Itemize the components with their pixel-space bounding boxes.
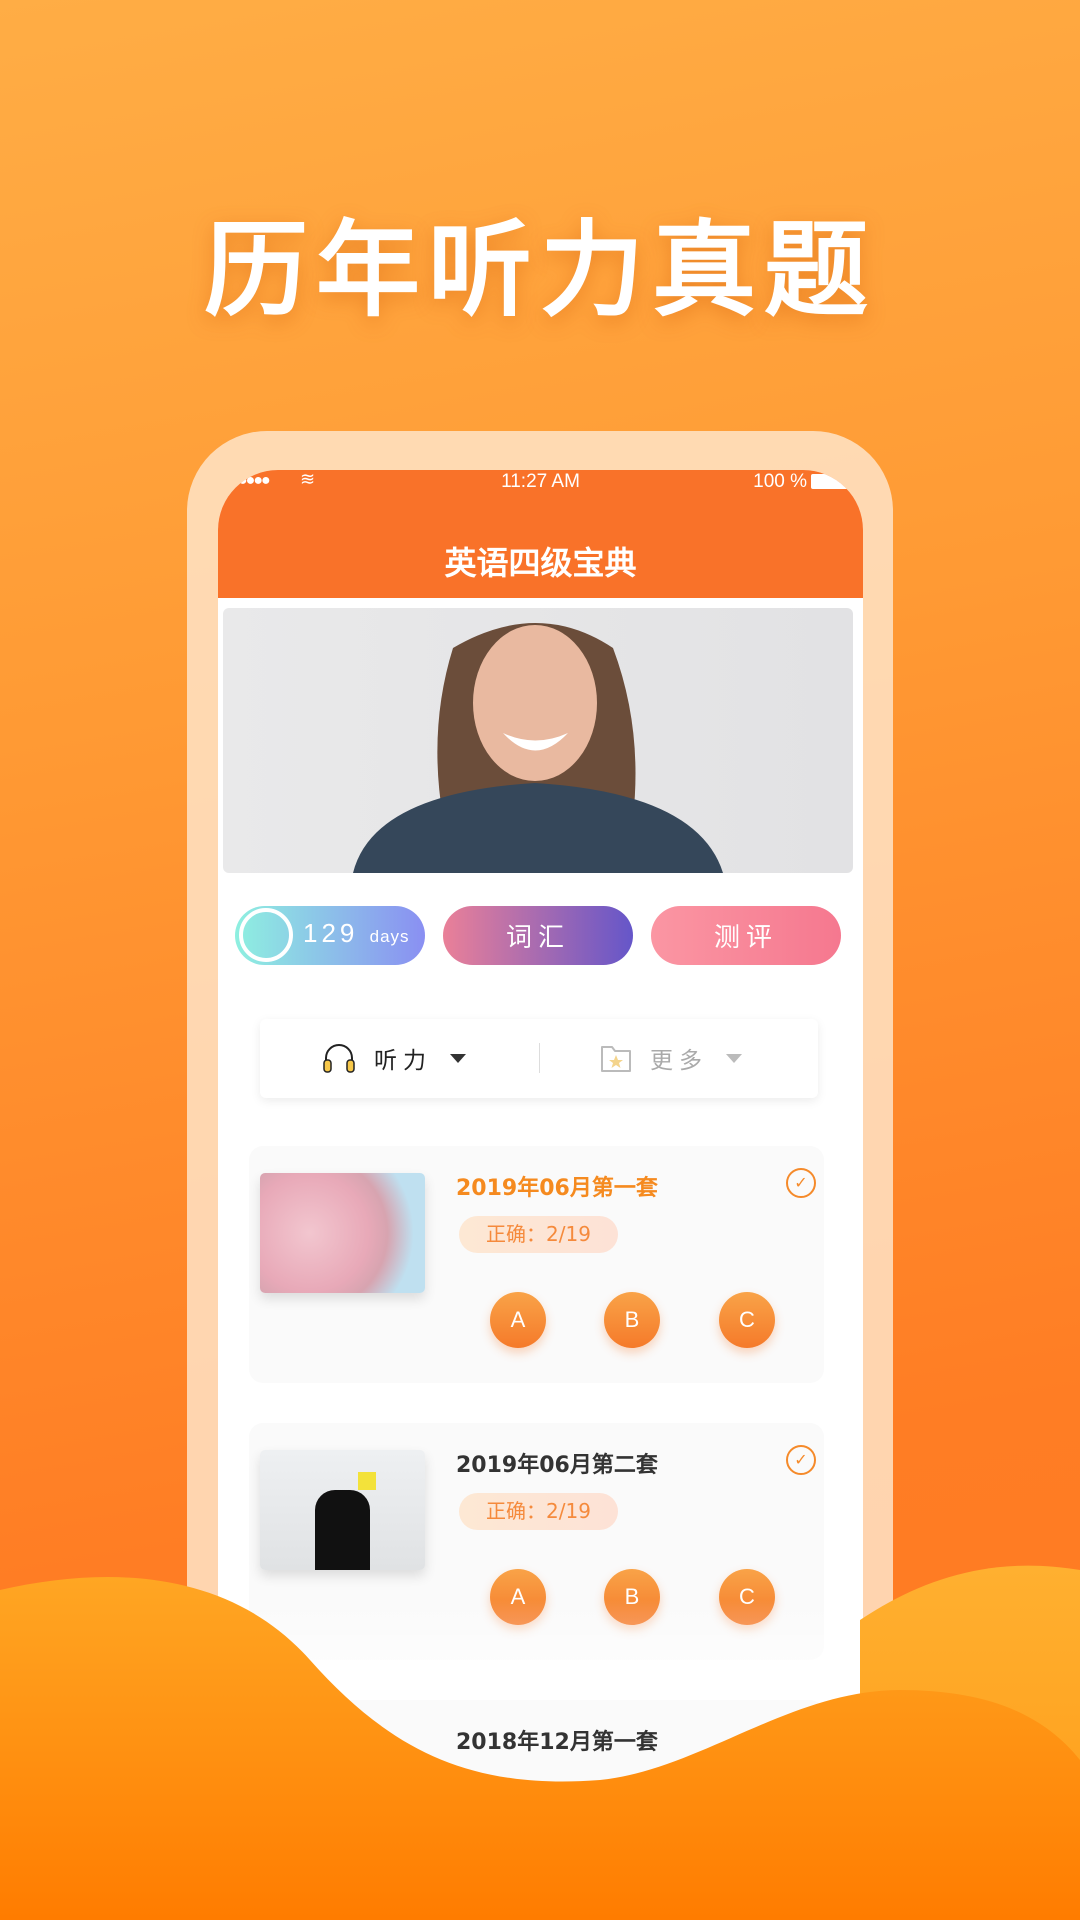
decorative-wave bbox=[0, 1565, 1080, 1920]
